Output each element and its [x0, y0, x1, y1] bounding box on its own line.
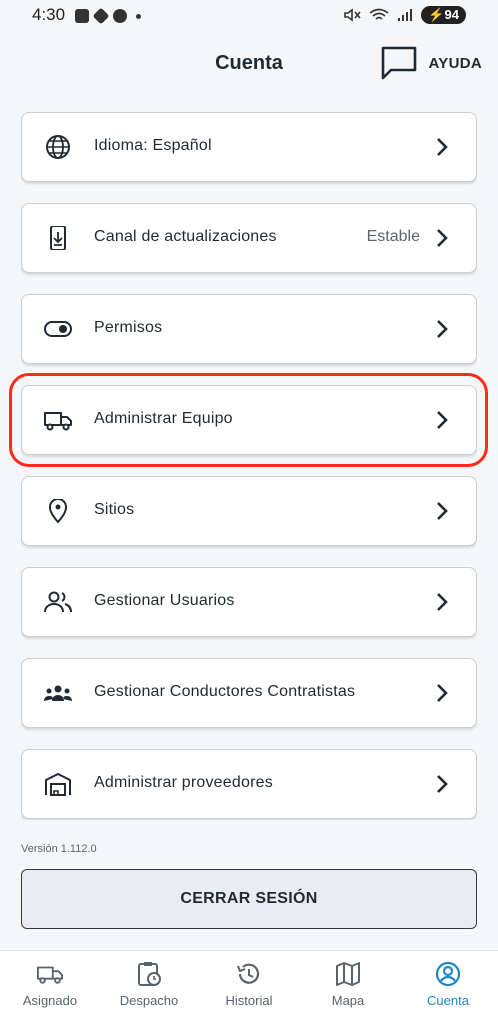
users-icon: [44, 591, 72, 613]
calendar-icon: [75, 9, 89, 23]
chevron-right-icon: [437, 775, 448, 793]
nav-label: Mapa: [331, 993, 365, 1008]
clipboard-clock-icon: [138, 962, 161, 986]
nav-dispatch[interactable]: Despacho: [104, 961, 194, 1008]
menu-item-label: Idioma: Español: [94, 137, 212, 154]
battery-indicator: ⚡94: [421, 6, 466, 24]
mute-icon: [344, 8, 361, 22]
nav-assigned[interactable]: Asignado: [5, 961, 95, 1008]
menu-item-label: Gestionar Conductores Contratistas: [94, 683, 356, 700]
group-icon: [44, 685, 72, 701]
chevron-right-icon: [437, 684, 448, 702]
chat-icon: [381, 46, 416, 80]
signal-icon: [398, 9, 413, 21]
globe-icon: [46, 135, 70, 159]
toggle-icon: [44, 321, 72, 337]
menu-item-label: Administrar proveedores: [94, 774, 273, 791]
wifi-icon: [369, 8, 389, 20]
help-label: AYUDA: [428, 54, 482, 72]
nav-account[interactable]: Cuenta: [403, 961, 493, 1008]
menu-item-contractor-drivers[interactable]: Gestionar Conductores Contratistas: [21, 658, 477, 728]
map-icon: [336, 962, 360, 986]
chevron-right-icon: [437, 411, 448, 429]
history-icon: [237, 963, 260, 984]
nav-label: Despacho: [119, 993, 179, 1008]
nav-label: Asignado: [22, 993, 78, 1008]
menu-item-manage-users[interactable]: Gestionar Usuarios: [21, 567, 477, 637]
account-menu: Idioma: Español Canal de actualizaciones…: [21, 112, 477, 820]
truck-icon: [44, 412, 72, 431]
nav-history[interactable]: Historial: [204, 961, 294, 1008]
menu-item-label: Administrar Equipo: [94, 410, 233, 427]
message-icon: [113, 9, 127, 23]
version-label: Versión 1.112.0: [21, 843, 97, 855]
menu-item-label: Sitios: [94, 501, 135, 518]
app-header: Cuenta AYUDA: [0, 40, 498, 90]
status-time: 4:30: [32, 5, 66, 24]
chevron-right-icon: [437, 593, 448, 611]
menu-item-manage-equipment[interactable]: Administrar Equipo: [21, 385, 477, 455]
menu-item-language[interactable]: Idioma: Español: [21, 112, 477, 182]
status-bar: 4:30 ⚡94: [0, 0, 498, 32]
nav-map[interactable]: Mapa: [303, 961, 393, 1008]
chevron-right-icon: [437, 320, 448, 338]
location-pin-icon: [48, 499, 68, 523]
truck-icon: [37, 966, 63, 984]
menu-item-label: Permisos: [94, 319, 163, 336]
menu-item-label: Canal de actualizaciones: [94, 228, 277, 245]
account-circle-icon: [435, 961, 461, 987]
diamond-icon: [92, 7, 110, 25]
battery-level: 94: [444, 7, 459, 22]
menu-item-value: Estable: [366, 228, 420, 245]
menu-item-label: Gestionar Usuarios: [94, 592, 235, 609]
more-notifications-icon: [136, 13, 141, 19]
notification-icons: [75, 7, 141, 25]
phone-download-icon: [50, 226, 66, 250]
nav-label: Cuenta: [427, 993, 469, 1008]
menu-item-update-channel[interactable]: Canal de actualizaciones Estable: [21, 203, 477, 273]
bottom-navigation: Asignado Despacho Historial Mapa Cuenta: [0, 950, 498, 1020]
chevron-right-icon: [437, 229, 448, 247]
nav-label: Historial: [225, 993, 273, 1008]
chevron-right-icon: [437, 502, 448, 520]
system-icons: ⚡94: [343, 6, 466, 24]
menu-item-manage-providers[interactable]: Administrar proveedores: [21, 749, 477, 819]
menu-item-permissions[interactable]: Permisos: [21, 294, 477, 364]
menu-item-sites[interactable]: Sitios: [21, 476, 477, 546]
help-button[interactable]: AYUDA: [381, 46, 482, 80]
logout-button[interactable]: CERRAR SESIÓN: [21, 869, 477, 929]
chevron-right-icon: [437, 138, 448, 156]
warehouse-icon: [45, 773, 71, 796]
